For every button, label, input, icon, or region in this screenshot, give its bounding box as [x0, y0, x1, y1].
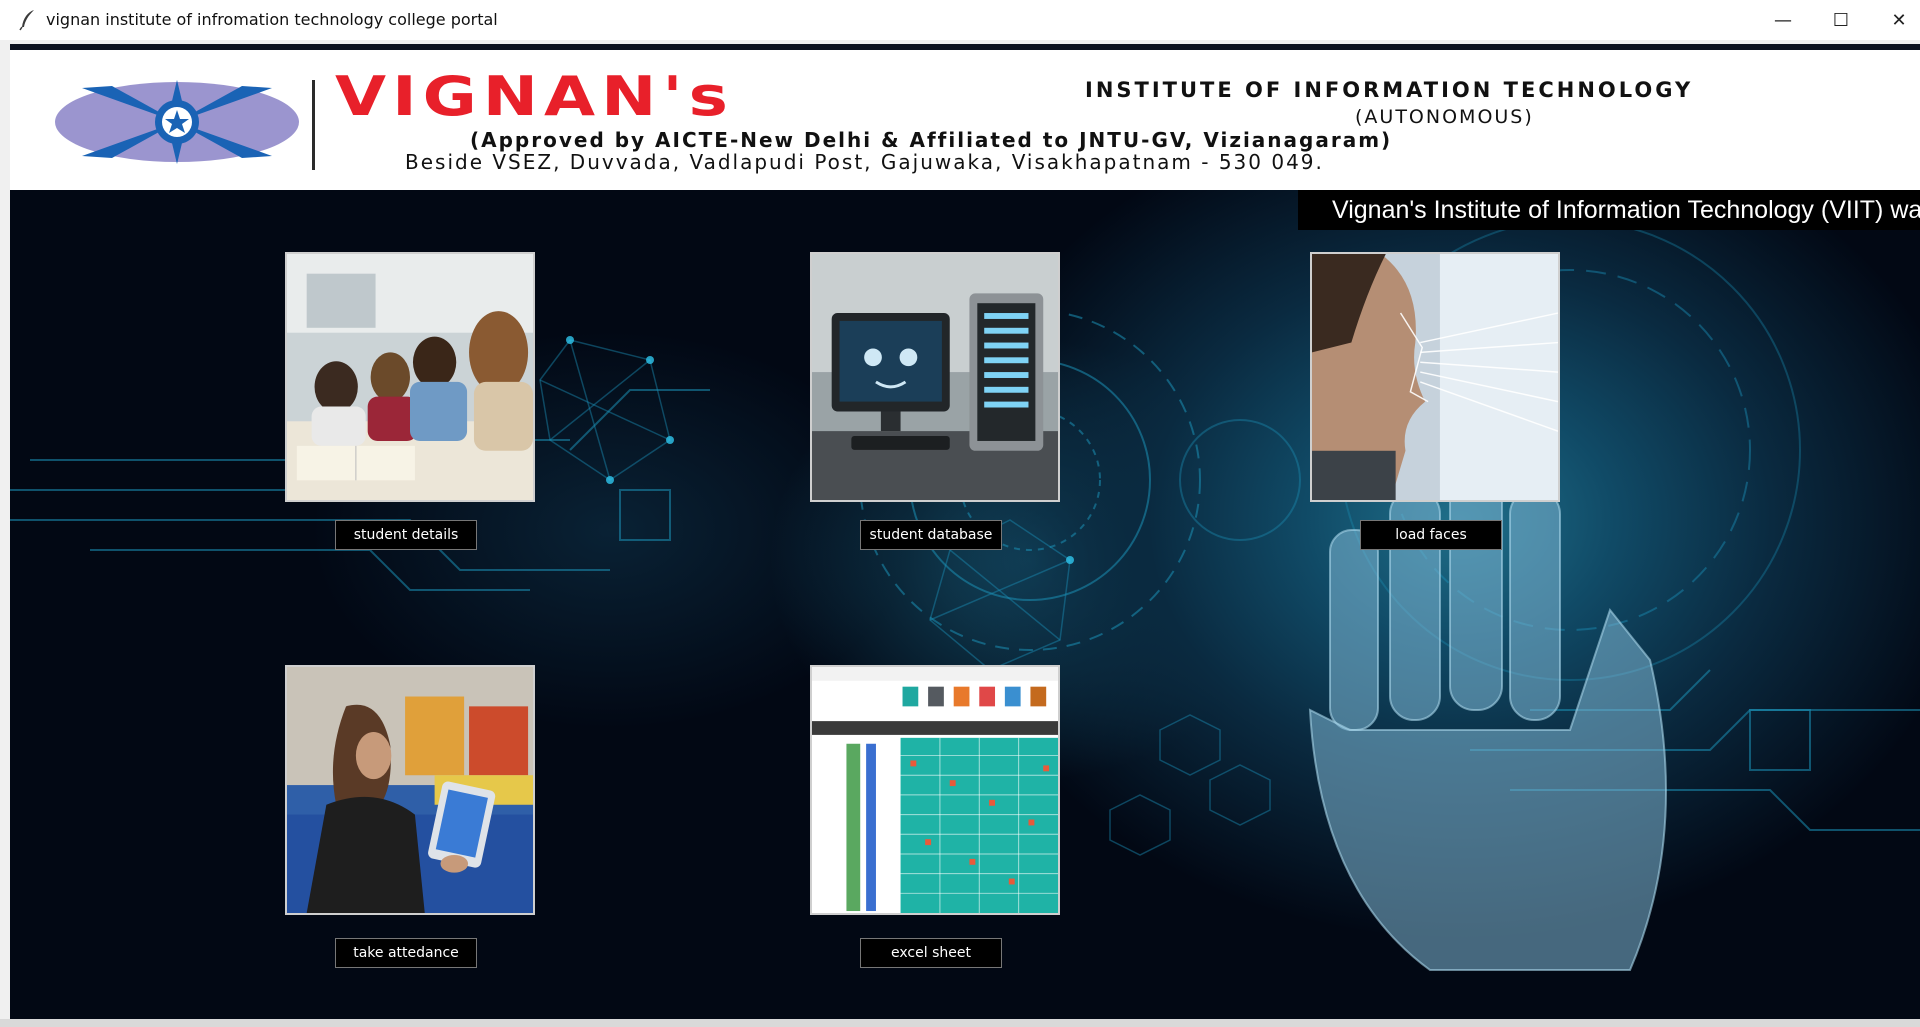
app-window: vignan institute of infromation technolo… [0, 0, 1920, 1027]
banner-brand: VIGNAN's [335, 64, 734, 128]
computer-server-photo-icon [812, 254, 1058, 500]
title-bar: vignan institute of infromation technolo… [0, 0, 1920, 40]
feather-icon [19, 10, 34, 31]
banner-institute: INSTITUTE OF INFORMATION TECHNOLOGY [1085, 78, 1694, 102]
excel-sheet-button[interactable]: excel sheet [860, 938, 1002, 968]
banner-autonomous: (AUTONOMOUS) [1355, 106, 1534, 128]
excel-sheet-image[interactable] [810, 665, 1060, 915]
take-attendance-image[interactable] [285, 665, 535, 915]
load-faces-button[interactable]: load faces [1360, 520, 1502, 550]
portal-content: VIGNAN's INSTITUTE OF INFORMATION TECHNO… [10, 50, 1920, 1019]
window-title: vignan institute of infromation technolo… [46, 10, 498, 29]
news-marquee: Vignan's Institute of Information Techno… [1298, 190, 1920, 230]
college-logo [55, 80, 299, 164]
maximize-button[interactable]: ☐ [1812, 0, 1870, 40]
college-banner: VIGNAN's INSTITUTE OF INFORMATION TECHNO… [10, 60, 1920, 188]
student-details-image[interactable] [285, 252, 535, 502]
student-database-button[interactable]: student database [860, 520, 1002, 550]
banner-approval: (Approved by AICTE-New Delhi & Affiliate… [470, 128, 1393, 152]
face-scan-photo-icon [1312, 254, 1558, 500]
close-button[interactable]: ✕ [1870, 0, 1920, 40]
minimize-button[interactable]: — [1754, 0, 1812, 40]
spreadsheet-screenshot-icon [812, 667, 1058, 913]
banner-divider [312, 80, 315, 170]
load-faces-image[interactable] [1310, 252, 1560, 502]
students-photo-icon [287, 254, 533, 500]
take-attendance-button[interactable]: take attedance [335, 938, 477, 968]
student-details-button[interactable]: student details [335, 520, 477, 550]
window-bottom-edge [0, 1019, 1920, 1027]
banner-address: Beside VSEZ, Duvvada, Vadlapudi Post, Ga… [405, 150, 1324, 174]
student-database-image[interactable] [810, 252, 1060, 502]
tablet-attendance-photo-icon [287, 667, 533, 913]
